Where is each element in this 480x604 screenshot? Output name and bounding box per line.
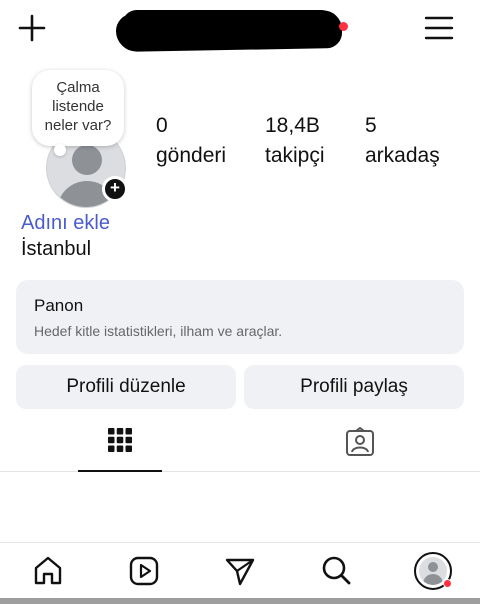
home-icon[interactable] (30, 553, 66, 589)
reels-icon[interactable] (126, 553, 162, 589)
username-switcher[interactable] (115, 8, 348, 52)
posts-value: 0 (156, 114, 168, 137)
top-bar (0, 0, 480, 56)
note-bubble[interactable]: Çalma listende neler var? (32, 70, 124, 156)
followers-count[interactable]: 18,4B takipçi (265, 114, 325, 170)
edit-profile-button[interactable]: Profili düzenle (16, 365, 236, 409)
profile-tabs (0, 422, 480, 472)
friends-label: arkadaş (365, 144, 440, 167)
posts-count[interactable]: 0 gönderi (156, 114, 226, 170)
search-icon[interactable] (318, 553, 354, 589)
friends-count[interactable]: 5 arkadaş (365, 114, 440, 170)
tab-posts-grid[interactable] (78, 422, 162, 472)
note-text: Çalma listende neler var? (44, 79, 112, 134)
plus-icon[interactable] (16, 12, 48, 44)
tagged-icon (346, 427, 374, 456)
system-home-bar (0, 598, 480, 604)
add-name-link[interactable]: Adını ekle (21, 212, 110, 235)
menu-icon[interactable] (422, 12, 456, 44)
dashboard-title: Panon (34, 296, 84, 315)
grid-icon (108, 428, 132, 452)
send-icon[interactable] (222, 553, 258, 589)
bottom-navigation (0, 542, 480, 598)
tab-tagged[interactable] (318, 422, 402, 472)
location-text: İstanbul (21, 238, 92, 260)
notification-dot (443, 579, 452, 588)
profile-tab-avatar[interactable] (414, 552, 452, 590)
followers-label: takipçi (265, 144, 325, 167)
professional-dashboard[interactable]: Panon Hedef kitle istatistikleri, ilham … (16, 280, 464, 354)
followers-value: 18,4B (265, 114, 320, 137)
share-profile-button[interactable]: Profili paylaş (244, 365, 464, 409)
friends-value: 5 (365, 114, 377, 137)
posts-label: gönderi (156, 144, 227, 167)
dashboard-description: Hedef kitle istatistikleri, ilham ve ara… (34, 323, 283, 339)
notification-dot (339, 22, 348, 31)
add-story-icon[interactable]: + (102, 176, 128, 202)
